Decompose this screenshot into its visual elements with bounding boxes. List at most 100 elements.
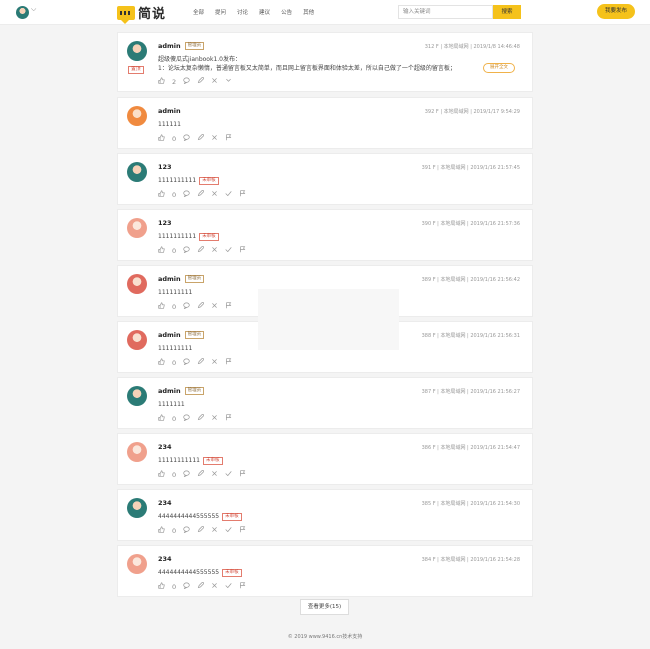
delete-icon[interactable] xyxy=(211,302,218,311)
post-content: 4444444444555555 未审核 xyxy=(158,568,242,577)
flag-icon[interactable] xyxy=(225,414,232,423)
edit-icon[interactable] xyxy=(197,133,205,143)
reply-icon[interactable] xyxy=(183,190,190,199)
avatar xyxy=(127,41,147,61)
edit-icon[interactable] xyxy=(197,189,205,199)
like-icon[interactable] xyxy=(158,582,165,591)
delete-icon[interactable] xyxy=(211,246,218,255)
post-content-line: 111111 xyxy=(158,121,181,128)
post-meta: 391 F | 本地局域网 | 2019/1/16 21:57:45 xyxy=(421,165,520,171)
post-content: 11111111111 未审核 xyxy=(158,456,223,465)
chevron-down-icon[interactable] xyxy=(225,77,232,86)
edit-icon[interactable] xyxy=(197,301,205,311)
flag-icon[interactable] xyxy=(225,134,232,143)
approve-icon[interactable] xyxy=(225,190,232,199)
flag-icon[interactable] xyxy=(239,190,246,199)
delete-icon[interactable] xyxy=(211,470,218,479)
post-meta: 390 F | 本地局域网 | 2019/1/16 21:57:36 xyxy=(421,221,520,227)
author-line: admin xyxy=(158,107,181,115)
flag-icon[interactable] xyxy=(239,470,246,479)
user-avatar[interactable] xyxy=(16,6,29,19)
author-name: admin xyxy=(158,107,181,115)
reply-icon[interactable] xyxy=(183,358,190,367)
like-icon[interactable] xyxy=(158,246,165,255)
flag-icon[interactable] xyxy=(225,358,232,367)
chevron-down-icon[interactable]: ⌵ xyxy=(31,5,36,14)
blank-overlay xyxy=(258,289,399,350)
post-content: 1111111111 未审核 xyxy=(158,176,219,185)
nav-announcements[interactable]: 公告 xyxy=(281,8,292,16)
author-line: 234 xyxy=(158,443,172,451)
post-actions: 2 xyxy=(158,76,232,86)
delete-icon[interactable] xyxy=(211,414,218,423)
like-count: 2 xyxy=(172,77,177,86)
post-content-line: 1：论坛太复杂懒惰，普通留言板又太简单，而且网上留言板界面和体验太差，所以自己做… xyxy=(158,65,456,72)
reply-icon[interactable] xyxy=(183,77,190,86)
load-more-button[interactable]: 查看更多(15) xyxy=(300,599,349,615)
approve-icon[interactable] xyxy=(225,582,232,591)
post-content-line: 111111111 xyxy=(158,345,193,352)
reply-icon[interactable] xyxy=(183,302,190,311)
post-actions: 0 xyxy=(158,245,246,255)
flag-icon[interactable] xyxy=(225,302,232,311)
post-content: 111111 xyxy=(158,120,181,129)
nav-questions[interactable]: 提问 xyxy=(215,8,226,16)
reply-icon[interactable] xyxy=(183,246,190,255)
post-meta: 392 F | 本地局域网 | 2019/1/17 9:54:29 xyxy=(424,109,520,115)
post-content-line: 11111111111 xyxy=(158,457,200,464)
nav-discussion[interactable]: 讨论 xyxy=(237,8,248,16)
edit-icon[interactable] xyxy=(197,245,205,255)
edit-icon[interactable] xyxy=(197,525,205,535)
author-line: 123 xyxy=(158,163,172,171)
post-content-line: 1111111111 xyxy=(158,177,197,184)
avatar xyxy=(127,442,147,462)
like-count: 0 xyxy=(172,358,177,367)
delete-icon[interactable] xyxy=(211,134,218,143)
post-content: 111111111 xyxy=(158,344,192,353)
avatar xyxy=(127,554,147,574)
edit-icon[interactable] xyxy=(197,76,205,86)
reply-icon[interactable] xyxy=(183,582,190,591)
publish-button[interactable]: 我要发布 xyxy=(597,4,635,19)
edit-icon[interactable] xyxy=(197,581,205,591)
like-icon[interactable] xyxy=(158,470,165,479)
delete-icon[interactable] xyxy=(211,358,218,367)
search-button[interactable]: 搜索 xyxy=(493,5,521,19)
nav-suggestions[interactable]: 建议 xyxy=(259,8,270,16)
approve-icon[interactable] xyxy=(225,526,232,535)
like-icon[interactable] xyxy=(158,358,165,367)
approve-icon[interactable] xyxy=(225,246,232,255)
like-icon[interactable] xyxy=(158,77,165,86)
pending-review-badge: 未审核 xyxy=(199,176,219,185)
approve-icon[interactable] xyxy=(225,470,232,479)
edit-icon[interactable] xyxy=(197,469,205,479)
reply-icon[interactable] xyxy=(183,134,190,143)
post-content-line: 1111111111 xyxy=(158,233,197,240)
flag-icon[interactable] xyxy=(239,526,246,535)
post-meta: 385 F | 本地局域网 | 2019/1/16 21:54:30 xyxy=(421,501,520,507)
avatar xyxy=(127,218,147,238)
delete-icon[interactable] xyxy=(211,526,218,535)
nav-all[interactable]: 全部 xyxy=(193,8,204,16)
delete-icon[interactable] xyxy=(211,582,218,591)
search-input[interactable]: 输入关键词 xyxy=(398,5,493,19)
delete-icon[interactable] xyxy=(211,190,218,199)
reply-icon[interactable] xyxy=(183,526,190,535)
expand-button[interactable]: 展开全文 xyxy=(483,63,515,73)
flag-icon[interactable] xyxy=(239,582,246,591)
nav-other[interactable]: 其他 xyxy=(303,8,314,16)
reply-icon[interactable] xyxy=(183,414,190,423)
reply-icon[interactable] xyxy=(183,470,190,479)
flag-icon[interactable] xyxy=(239,246,246,255)
like-icon[interactable] xyxy=(158,190,165,199)
delete-icon[interactable] xyxy=(211,77,218,86)
edit-icon[interactable] xyxy=(197,357,205,367)
like-icon[interactable] xyxy=(158,414,165,423)
edit-icon[interactable] xyxy=(197,413,205,423)
like-icon[interactable] xyxy=(158,134,165,143)
logo[interactable]: 简说 xyxy=(117,3,166,24)
avatar xyxy=(127,386,147,406)
like-icon[interactable] xyxy=(158,302,165,311)
post-content: 1111111111 未审核 xyxy=(158,232,219,241)
like-icon[interactable] xyxy=(158,526,165,535)
